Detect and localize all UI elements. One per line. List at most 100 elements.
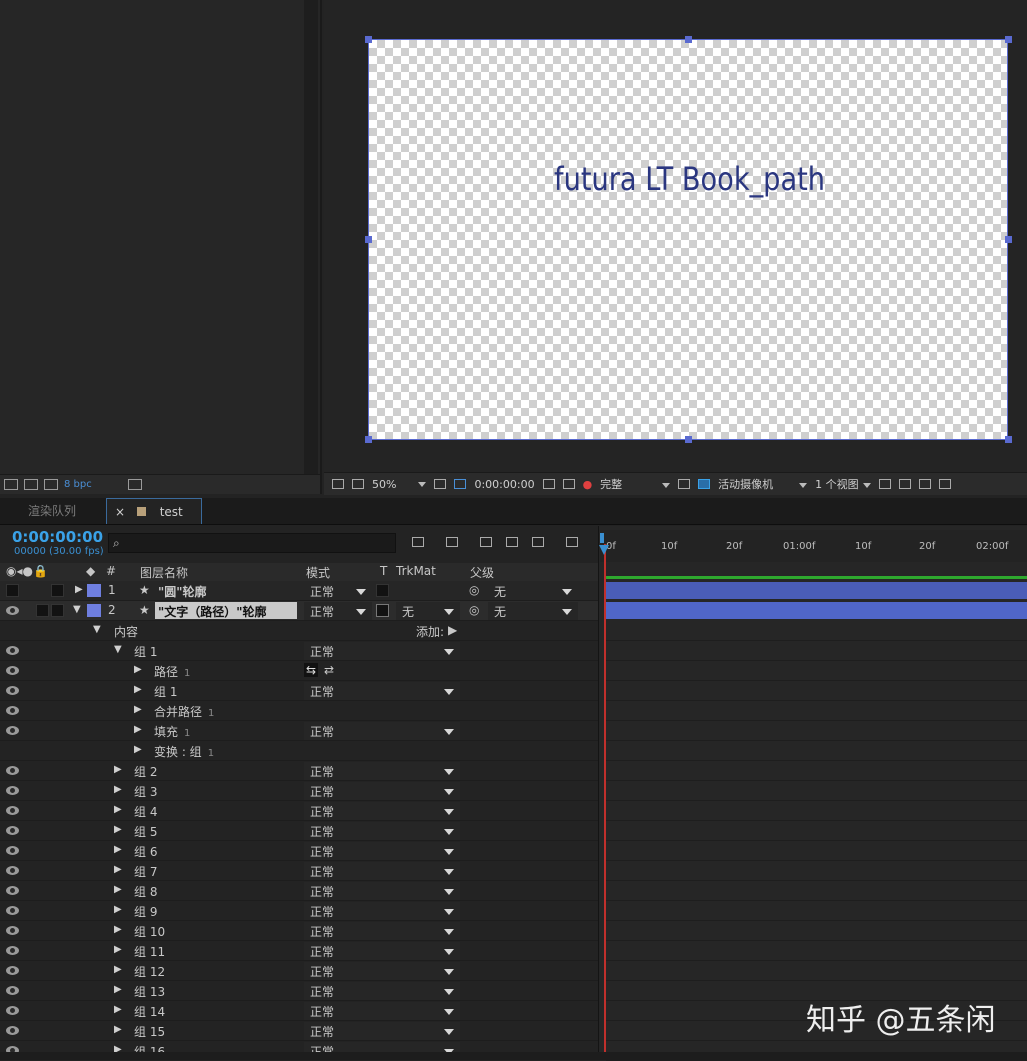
group-row[interactable]: ▶ 组 6 正常	[0, 841, 598, 861]
motion-blur-icon[interactable]	[532, 537, 544, 547]
transparency-grid-icon[interactable]	[454, 479, 467, 489]
mode-select[interactable]: 正常	[304, 1002, 460, 1020]
mode-select[interactable]: 正常	[304, 642, 460, 660]
expand-arrow-icon[interactable]: ▶	[114, 824, 122, 835]
collapse-arrow-icon[interactable]: ▼	[73, 604, 81, 615]
timeline-track-row[interactable]	[606, 941, 1027, 961]
bounding-handle[interactable]	[685, 36, 692, 43]
subgroup-row[interactable]: ▶ 组 1 正常	[0, 681, 598, 701]
group-row[interactable]: ▶ 组 10 正常	[0, 921, 598, 941]
layer-duration-bar[interactable]	[606, 602, 1027, 619]
mode-select[interactable]: 正常	[304, 982, 460, 1000]
bounding-handle[interactable]	[365, 236, 372, 243]
group-label[interactable]: 组 7	[134, 863, 157, 880]
canvas-text[interactable]: futura LT Book_path	[554, 160, 825, 198]
group-label[interactable]: 组 8	[134, 883, 157, 900]
timeline-track-row[interactable]	[606, 781, 1027, 801]
timeline-track-row[interactable]	[606, 721, 1027, 741]
timeline-track-row[interactable]	[606, 761, 1027, 781]
transform-row[interactable]: ▶ 变换 : 组1	[0, 741, 598, 761]
graph-editor-icon[interactable]	[566, 537, 578, 547]
mode-select[interactable]: 正常	[304, 722, 460, 740]
trkmat-select[interactable]: 无	[396, 602, 460, 620]
mode-select[interactable]: 正常	[304, 862, 460, 880]
group-row[interactable]: ▶ 组 9 正常	[0, 901, 598, 921]
region-of-interest-icon[interactable]	[434, 479, 447, 489]
eye-icon[interactable]	[6, 666, 19, 675]
group-row[interactable]: ▶ 组 4 正常	[0, 801, 598, 821]
interpret-footage-icon[interactable]	[4, 479, 18, 490]
mode-select[interactable]: 正常	[304, 842, 460, 860]
trkmat-box[interactable]	[376, 604, 389, 617]
group-label[interactable]: 组 13	[134, 983, 165, 1000]
col-layer-name[interactable]: 图层名称	[140, 564, 188, 581]
group-row[interactable]: ▶ 组 3 正常	[0, 781, 598, 801]
comp-mini-flowchart-icon[interactable]	[412, 537, 424, 547]
new-folder-icon[interactable]	[24, 479, 38, 490]
parent-select[interactable]: 无	[488, 602, 578, 620]
mode-select[interactable]: 正常	[304, 762, 460, 780]
bounding-handle[interactable]	[1005, 36, 1012, 43]
group-row[interactable]: ▶ 组 7 正常	[0, 861, 598, 881]
mode-select[interactable]: 正常	[304, 902, 460, 920]
trkmat-box[interactable]	[376, 584, 389, 597]
timeline-timecode[interactable]: 0:00:00:00	[12, 528, 103, 546]
eye-icon[interactable]	[6, 686, 19, 695]
group-label[interactable]: 组 12	[134, 963, 165, 980]
collapse-arrow-icon[interactable]: ▼	[93, 624, 101, 635]
timeline-track-row[interactable]	[606, 961, 1027, 981]
timeline-track-row[interactable]	[606, 921, 1027, 941]
path-row[interactable]: ▶ 路径 1 ⇆ ⇄	[0, 661, 598, 681]
show-snapshot-icon[interactable]	[562, 479, 575, 489]
frame-blending-icon[interactable]	[506, 537, 518, 547]
group-row[interactable]: ▶ 组 15 正常	[0, 1021, 598, 1041]
color-channels-icon[interactable]: ●	[583, 478, 593, 491]
mode-select[interactable]: 正常	[304, 882, 460, 900]
label-color[interactable]	[87, 604, 101, 617]
mode-select[interactable]: 正常	[304, 782, 460, 800]
mode-select[interactable]: 正常	[304, 922, 460, 940]
expand-arrow-icon[interactable]: ▶	[114, 804, 122, 815]
play-circle-icon[interactable]: ▶	[448, 623, 457, 637]
resolution-select[interactable]: 完整	[600, 476, 671, 492]
expand-arrow-icon[interactable]: ▶	[114, 1004, 122, 1015]
bit-depth-button[interactable]: 8 bpc	[64, 479, 92, 490]
expand-arrow-icon[interactable]: ▶	[114, 764, 122, 775]
mode-select[interactable]: 正常	[304, 802, 460, 820]
bounding-handle[interactable]	[1005, 236, 1012, 243]
trash-icon[interactable]	[127, 479, 142, 490]
expand-arrow-icon[interactable]: ▶	[75, 584, 83, 595]
timeline-track-row[interactable]	[606, 641, 1027, 661]
bounding-handle[interactable]	[1005, 436, 1012, 443]
solo-switch[interactable]	[36, 604, 49, 617]
exposure-icon[interactable]	[938, 479, 951, 489]
transform-label[interactable]: 变换 : 组1	[154, 743, 214, 760]
eye-icon[interactable]	[6, 986, 19, 995]
group-row[interactable]: ▶ 组 11 正常	[0, 941, 598, 961]
tab-render-queue[interactable]: 渲染队列	[14, 498, 90, 524]
zoom-select[interactable]: 50%	[372, 478, 427, 491]
mode-select[interactable]: 正常	[304, 1022, 460, 1040]
expand-arrow-icon[interactable]: ▶	[114, 984, 122, 995]
group-row[interactable]: ▶ 组 12 正常	[0, 961, 598, 981]
label-color[interactable]	[87, 584, 101, 597]
eye-icon[interactable]	[6, 606, 19, 615]
composition-canvas[interactable]	[368, 39, 1008, 440]
group-row[interactable]: ▼ 组 1 正常	[0, 641, 598, 661]
expand-arrow-icon[interactable]: ▶	[114, 884, 122, 895]
group-label[interactable]: 组 2	[134, 763, 157, 780]
group-row[interactable]: ▶ 组 13 正常	[0, 981, 598, 1001]
eye-icon[interactable]	[6, 766, 19, 775]
eye-icon[interactable]	[6, 1006, 19, 1015]
expand-arrow-icon[interactable]: ▶	[114, 864, 122, 875]
timeline-track-row[interactable]	[606, 801, 1027, 821]
group-label[interactable]: 组 11	[134, 943, 165, 960]
eye-icon[interactable]	[6, 906, 19, 915]
eye-icon[interactable]	[6, 826, 19, 835]
expand-arrow-icon[interactable]: ▶	[134, 724, 142, 735]
views-select[interactable]: 1 个视图	[815, 476, 871, 492]
add-button[interactable]: 添加:	[416, 623, 444, 640]
mode-select[interactable]: 正常	[304, 682, 460, 700]
layer-row[interactable]: ▼ 2 ★ "文字（路径）"轮廓 正常 无 ◎ 无	[0, 601, 598, 621]
work-area-bar[interactable]	[606, 576, 1027, 579]
